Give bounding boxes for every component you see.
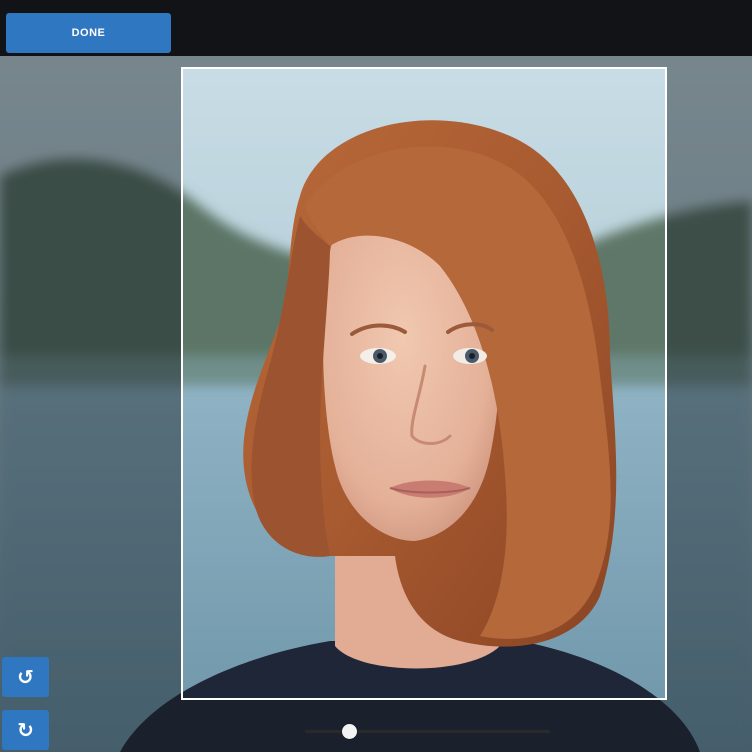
done-button[interactable]: DONE: [6, 13, 171, 53]
rotate-cw-icon: ↻: [17, 718, 34, 742]
rotate-right-button[interactable]: ↻: [2, 710, 49, 750]
photo-crop-editor: DONE ↺ ↻: [0, 0, 752, 752]
top-toolbar: DONE: [0, 0, 752, 56]
crop-canvas[interactable]: ↺ ↻: [0, 56, 752, 752]
zoom-slider-thumb[interactable]: [342, 724, 358, 739]
crop-frame[interactable]: [181, 67, 667, 700]
rotate-ccw-icon: ↺: [17, 665, 34, 689]
rotate-left-button[interactable]: ↺: [2, 657, 49, 697]
zoom-slider[interactable]: [305, 722, 550, 742]
